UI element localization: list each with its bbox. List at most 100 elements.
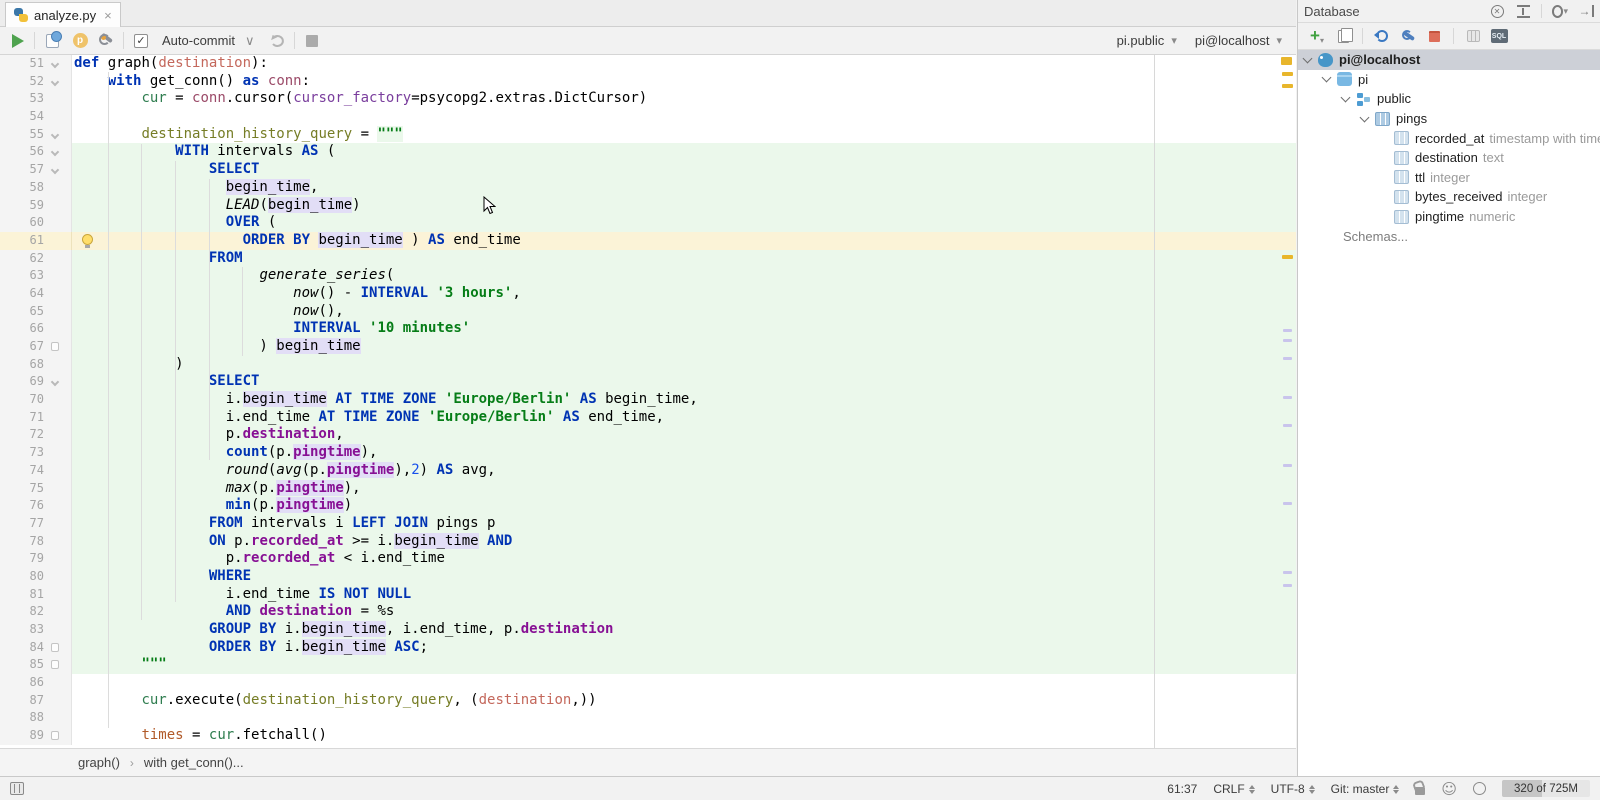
editor-gutter[interactable]: 53	[0, 90, 72, 109]
fold-open-icon[interactable]	[50, 130, 60, 139]
editor-gutter[interactable]: 51	[0, 55, 72, 73]
fold-open-icon[interactable]	[50, 378, 60, 387]
code-line[interactable]: 62 FROM	[0, 249, 1296, 268]
disconnect-icon[interactable]	[1423, 25, 1445, 47]
code-line[interactable]: 69 SELECT	[0, 373, 1296, 392]
editor-gutter[interactable]: 60	[0, 214, 72, 232]
code-line[interactable]: 85 """	[0, 656, 1296, 675]
notifications-icon[interactable]	[1473, 782, 1486, 795]
code-text[interactable]: SELECT	[72, 161, 1296, 179]
analysis-status-indicator[interactable]	[1281, 57, 1292, 65]
code-text[interactable]: i.end_time IS NOT NULL	[72, 585, 1296, 604]
code-line[interactable]: 66 INTERVAL '10 minutes'	[0, 320, 1296, 338]
refresh-icon[interactable]	[1371, 25, 1393, 47]
warning-mark[interactable]	[1282, 84, 1293, 88]
editor-gutter[interactable]: 79	[0, 550, 72, 568]
schema-selector[interactable]: pi.public ▾	[1117, 33, 1177, 48]
code-line[interactable]: 70 i.begin_time AT TIME ZONE 'Europe/Ber…	[0, 391, 1296, 409]
editor-gutter[interactable]: 82	[0, 603, 72, 621]
settings-wrench-icon[interactable]	[95, 30, 117, 52]
tree-item-pi-localhost[interactable]: pi@localhost	[1298, 50, 1600, 70]
occurrence-mark[interactable]	[1283, 339, 1292, 342]
code-line[interactable]: 83 GROUP BY i.begin_time, i.end_time, p.…	[0, 621, 1296, 639]
editor-gutter[interactable]: 52	[0, 72, 72, 91]
code-line[interactable]: 64 now() - INTERVAL '3 hours',	[0, 284, 1296, 303]
code-text[interactable]: LEAD(begin_time)	[72, 196, 1296, 215]
tree-item-destination[interactable]: destination text	[1298, 148, 1600, 168]
code-text[interactable]: p.destination,	[72, 426, 1296, 445]
code-text[interactable]: OVER (	[72, 214, 1296, 232]
tree-item-public[interactable]: public	[1298, 89, 1600, 109]
run-button[interactable]	[6, 30, 28, 52]
code-line[interactable]: 68 )	[0, 355, 1296, 374]
occurrence-mark[interactable]	[1283, 464, 1292, 467]
code-text[interactable]: p.recorded_at < i.end_time	[72, 550, 1296, 568]
editor-gutter[interactable]: 69	[0, 373, 72, 392]
table-view-icon[interactable]	[1462, 25, 1484, 47]
chevron-down-icon[interactable]	[1321, 72, 1332, 83]
tool-window-switcher-icon[interactable]	[10, 782, 24, 795]
code-text[interactable]: count(p.pingtime),	[72, 444, 1296, 462]
editor-gutter[interactable]: 85	[0, 656, 72, 675]
editor-gutter[interactable]: 61	[0, 231, 72, 250]
occurrence-mark[interactable]	[1283, 396, 1292, 399]
code-line[interactable]: 80 WHERE	[0, 567, 1296, 586]
code-line[interactable]: 79 p.recorded_at < i.end_time	[0, 550, 1296, 568]
fold-open-icon[interactable]	[50, 165, 60, 175]
occurrence-mark[interactable]	[1283, 424, 1292, 427]
editor-gutter[interactable]: 56	[0, 143, 72, 162]
editor-gutter[interactable]: 77	[0, 514, 72, 533]
code-text[interactable]: ON p.recorded_at >= i.begin_time AND	[72, 532, 1296, 551]
occurrence-mark[interactable]	[1283, 329, 1292, 332]
fold-end-icon[interactable]	[51, 660, 59, 670]
inspector-icon[interactable]: ☺	[1441, 780, 1457, 798]
code-line[interactable]: 51 def graph(destination):	[0, 55, 1296, 73]
jump-to-console-icon[interactable]: SQL	[1488, 25, 1510, 47]
code-text[interactable]	[72, 709, 1296, 727]
code-line[interactable]: 72 p.destination,	[0, 426, 1296, 445]
code-text[interactable]: begin_time,	[72, 178, 1296, 197]
editor-gutter[interactable]: 88	[0, 709, 72, 728]
encoding-selector[interactable]: UTF-8	[1271, 782, 1315, 796]
occurrence-mark[interactable]	[1283, 357, 1292, 360]
code-line[interactable]: 81 i.end_time IS NOT NULL	[0, 585, 1296, 604]
editor-gutter[interactable]: 78	[0, 532, 72, 551]
split-view-icon[interactable]	[1515, 3, 1531, 19]
code-text[interactable]: GROUP BY i.begin_time, i.end_time, p.des…	[72, 621, 1296, 639]
code-line[interactable]: 75 max(p.pingtime),	[0, 479, 1296, 498]
editor-gutter[interactable]: 71	[0, 408, 72, 427]
editor-gutter[interactable]: 66	[0, 320, 72, 338]
code-text[interactable]: cur = conn.cursor(cursor_factory=psycopg…	[72, 90, 1296, 108]
editor-gutter[interactable]: 70	[0, 391, 72, 409]
editor-gutter[interactable]: 73	[0, 444, 72, 462]
editor-gutter[interactable]: 64	[0, 284, 72, 303]
code-text[interactable]	[72, 674, 1296, 692]
code-text[interactable]: i.end_time AT TIME ZONE 'Europe/Berlin' …	[72, 408, 1296, 427]
fold-end-icon[interactable]	[51, 342, 59, 351]
code-line[interactable]: 74 round(avg(p.pingtime),2) AS avg,	[0, 461, 1296, 480]
editor-gutter[interactable]: 81	[0, 585, 72, 604]
tree-item-pingtime[interactable]: pingtime numeric	[1298, 207, 1600, 227]
fold-open-icon[interactable]	[50, 59, 60, 69]
code-line[interactable]: 89 times = cur.fetchall()	[0, 727, 1296, 745]
editor-gutter[interactable]: 83	[0, 621, 72, 639]
code-line[interactable]: 56 WITH intervals AS (	[0, 143, 1296, 162]
editor-gutter[interactable]: 58	[0, 178, 72, 197]
editor-gutter[interactable]: 76	[0, 497, 72, 515]
lock-icon[interactable]	[1415, 787, 1426, 795]
tree-item-pings[interactable]: pings	[1298, 109, 1600, 129]
code-line[interactable]: 54	[0, 108, 1296, 126]
code-text[interactable]: """	[72, 656, 1296, 675]
chevron-down-icon[interactable]	[1302, 53, 1313, 64]
code-text[interactable]: i.begin_time AT TIME ZONE 'Europe/Berlin…	[72, 391, 1296, 409]
collapse-icon[interactable]: ✕	[1489, 3, 1505, 19]
code-line[interactable]: 58 begin_time,	[0, 178, 1296, 197]
code-line[interactable]: 73 count(p.pingtime),	[0, 444, 1296, 462]
hide-panel-icon[interactable]: →	[1578, 3, 1594, 19]
chevron-down-icon[interactable]: ∨	[245, 33, 255, 49]
stop-icon[interactable]	[301, 30, 323, 52]
editor-gutter[interactable]: 75	[0, 479, 72, 498]
add-datasource-button[interactable]: + ▾	[1306, 25, 1328, 47]
code-text[interactable]: INTERVAL '10 minutes'	[72, 320, 1296, 338]
code-line[interactable]: 78 ON p.recorded_at >= i.begin_time AND	[0, 532, 1296, 551]
